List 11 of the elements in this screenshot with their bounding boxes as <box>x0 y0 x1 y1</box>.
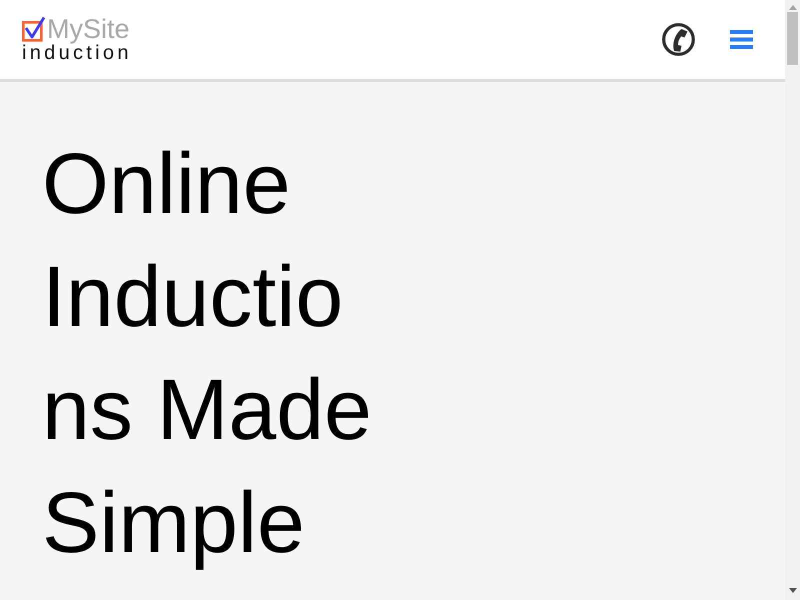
up-triangle-icon[interactable] <box>788 5 796 10</box>
checkbox-tick-icon <box>22 16 46 42</box>
menu-button[interactable] <box>730 30 753 49</box>
scrollbar-thumb[interactable] <box>787 12 798 65</box>
down-triangle-icon[interactable] <box>788 588 796 593</box>
scrollbar[interactable] <box>785 0 800 600</box>
hero-heading: Online Inductions Made Simple <box>42 135 373 573</box>
phone-button[interactable] <box>662 23 695 56</box>
phone-icon <box>662 23 695 56</box>
menu-icon <box>730 30 753 49</box>
brand-name: MySite <box>47 16 130 42</box>
